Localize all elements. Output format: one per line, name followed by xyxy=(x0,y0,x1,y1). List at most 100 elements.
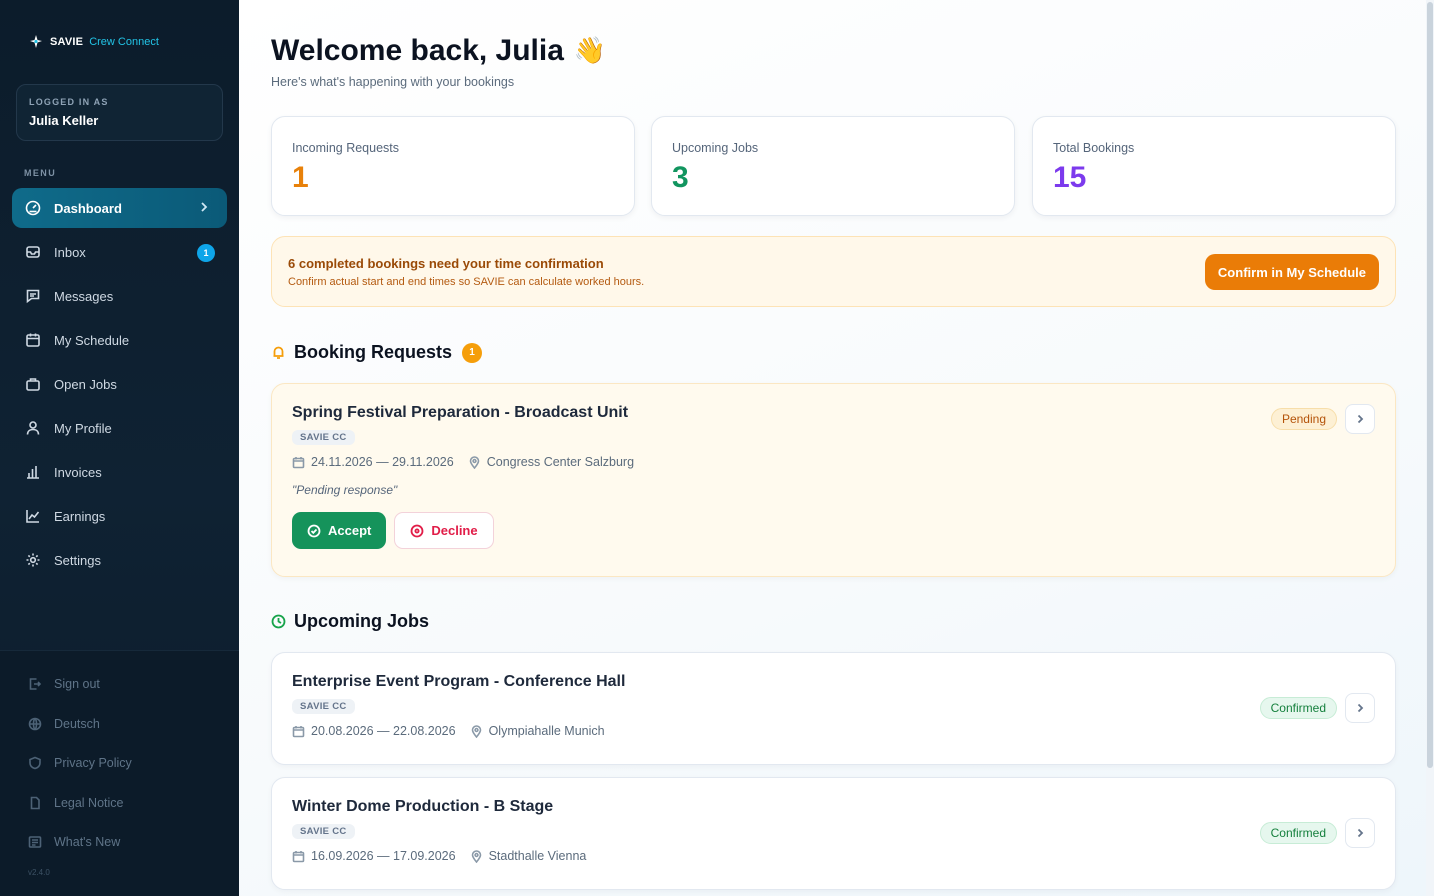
decline-label: Decline xyxy=(431,523,478,538)
nav-label: Settings xyxy=(54,552,101,568)
brand-logo[interactable]: SAVIE Crew Connect xyxy=(28,34,159,50)
bell-icon xyxy=(273,346,284,359)
stat-label: Upcoming Jobs xyxy=(672,141,759,155)
nav-item-dashboard[interactable]: Dashboard xyxy=(12,188,227,228)
check-circle-icon xyxy=(307,524,321,537)
map-pin-icon xyxy=(471,724,481,738)
page-subtitle: Here's what's happening with your bookin… xyxy=(271,75,515,89)
nav-item-settings[interactable]: Settings xyxy=(12,540,227,580)
gauge-icon xyxy=(24,199,42,217)
user-icon xyxy=(24,419,42,437)
booking-requests-heading: Booking Requests 1 xyxy=(271,342,483,363)
news-icon xyxy=(28,836,42,848)
calendar-icon xyxy=(292,456,305,468)
nav-label: Dashboard xyxy=(54,200,122,216)
language-label: Deutsch xyxy=(54,717,100,731)
message-icon xyxy=(24,287,42,305)
sign-out-label: Sign out xyxy=(54,677,100,691)
stat-label: Incoming Requests xyxy=(292,141,400,155)
stat-value: 1 xyxy=(292,161,309,194)
line-chart-icon xyxy=(24,507,42,525)
sign-out-link[interactable]: Sign out xyxy=(28,677,100,691)
time-confirmation-alert: 6 completed bookings need your time conf… xyxy=(271,236,1396,307)
confirm-schedule-button[interactable]: Confirm in My Schedule xyxy=(1204,254,1379,290)
job-location: Stadthalle Vienna xyxy=(488,849,587,863)
scrollbar-track[interactable] xyxy=(1426,0,1434,896)
chevron-right-icon xyxy=(197,200,213,216)
open-job-button[interactable] xyxy=(1345,818,1375,848)
shield-icon xyxy=(29,756,41,770)
chevron-right-icon xyxy=(1357,828,1364,838)
legal-notice-link[interactable]: Legal Notice xyxy=(28,796,124,810)
document-icon xyxy=(30,796,40,810)
brand-name: SAVIE xyxy=(50,36,84,48)
bar-chart-icon xyxy=(24,463,42,481)
calendar-icon xyxy=(24,331,42,349)
calendar-icon xyxy=(292,725,305,737)
stat-card-upcoming-jobs[interactable]: Upcoming Jobs 3 xyxy=(651,116,1015,216)
job-location: Olympiahalle Munich xyxy=(488,724,605,738)
nav-label: My Schedule xyxy=(54,332,130,348)
open-booking-button[interactable] xyxy=(1345,404,1375,434)
inbox-badge: 1 xyxy=(197,244,215,262)
main-content: Welcome back, Julia 👋 Here's what's happ… xyxy=(239,0,1426,896)
whats-new-link[interactable]: What's New xyxy=(28,835,120,849)
clock-icon xyxy=(271,614,286,629)
status-badge: Pending xyxy=(1270,408,1337,430)
company-tag: SAVIE CC xyxy=(292,824,355,839)
nav-label: Messages xyxy=(54,288,114,304)
x-circle-icon xyxy=(410,524,424,537)
nav-label: Earnings xyxy=(54,508,106,524)
open-job-button[interactable] xyxy=(1345,693,1375,723)
status-badge: Confirmed xyxy=(1259,697,1337,719)
upcoming-jobs-heading: Upcoming Jobs xyxy=(271,611,429,632)
status-badge: Confirmed xyxy=(1259,822,1337,844)
whats-new-label: What's New xyxy=(54,835,121,849)
sidebar: SAVIE Crew Connect LOGGED IN AS Julia Ke… xyxy=(0,0,239,896)
privacy-policy-label: Privacy Policy xyxy=(54,756,132,770)
nav-item-open-jobs[interactable]: Open Jobs xyxy=(12,364,227,404)
sign-out-icon xyxy=(29,678,42,690)
brand-mark-icon xyxy=(30,35,42,48)
app-version: v2.4.0 xyxy=(28,868,50,877)
upcoming-job-card[interactable]: Enterprise Event Program - Conference Ha… xyxy=(271,652,1396,765)
chevron-right-icon xyxy=(1357,703,1364,713)
stat-value: 15 xyxy=(1053,161,1087,194)
main-nav: Dashboard Inbox 1 Messages My Schedule O… xyxy=(12,188,227,584)
nav-item-messages[interactable]: Messages xyxy=(12,276,227,316)
stat-value: 3 xyxy=(672,161,689,194)
booking-dates: 24.11.2026 — 29.11.2026 xyxy=(311,455,454,469)
job-dates: 16.09.2026 — 17.09.2026 xyxy=(311,849,456,863)
booking-location: Congress Center Salzburg xyxy=(486,455,635,469)
nav-label: Invoices xyxy=(54,464,102,480)
booking-request-card[interactable]: Spring Festival Preparation - Broadcast … xyxy=(271,383,1396,577)
nav-item-inbox[interactable]: Inbox 1 xyxy=(12,232,227,272)
page-title: Welcome back, Julia 👋 xyxy=(271,34,606,68)
company-tag: SAVIE CC xyxy=(292,699,355,714)
gear-icon xyxy=(24,551,42,569)
booking-requests-count: 1 xyxy=(462,342,483,363)
accept-label: Accept xyxy=(328,523,372,538)
nav-label: Inbox xyxy=(54,244,86,260)
logged-in-label: LOGGED IN AS xyxy=(29,97,109,107)
job-meta: 20.08.2026 — 22.08.2026 Olympiahalle Mun… xyxy=(292,724,1375,738)
stat-card-total-bookings[interactable]: Total Bookings 15 xyxy=(1032,116,1396,216)
scrollbar-thumb[interactable] xyxy=(1427,2,1433,768)
upcoming-job-card[interactable]: Winter Dome Production - B Stage SAVIE C… xyxy=(271,777,1396,890)
job-meta: 16.09.2026 — 17.09.2026 Stadthalle Vienn… xyxy=(292,849,1375,863)
job-title: Enterprise Event Program - Conference Ha… xyxy=(292,673,626,690)
user-name: Julia Keller xyxy=(29,113,99,128)
accept-button[interactable]: Accept xyxy=(292,512,387,549)
language-link[interactable]: Deutsch xyxy=(28,717,100,731)
booking-note: "Pending response" xyxy=(292,483,398,497)
booking-title: Spring Festival Preparation - Broadcast … xyxy=(292,404,629,421)
nav-item-invoices[interactable]: Invoices xyxy=(12,452,227,492)
nav-item-earnings[interactable]: Earnings xyxy=(12,496,227,536)
booking-requests-title: Booking Requests xyxy=(294,342,453,362)
privacy-policy-link[interactable]: Privacy Policy xyxy=(28,756,132,770)
stat-card-incoming-requests[interactable]: Incoming Requests 1 xyxy=(271,116,635,216)
nav-item-my-schedule[interactable]: My Schedule xyxy=(12,320,227,360)
decline-button[interactable]: Decline xyxy=(394,512,494,549)
nav-item-my-profile[interactable]: My Profile xyxy=(12,408,227,448)
wave-emoji: 👋 xyxy=(573,36,607,66)
